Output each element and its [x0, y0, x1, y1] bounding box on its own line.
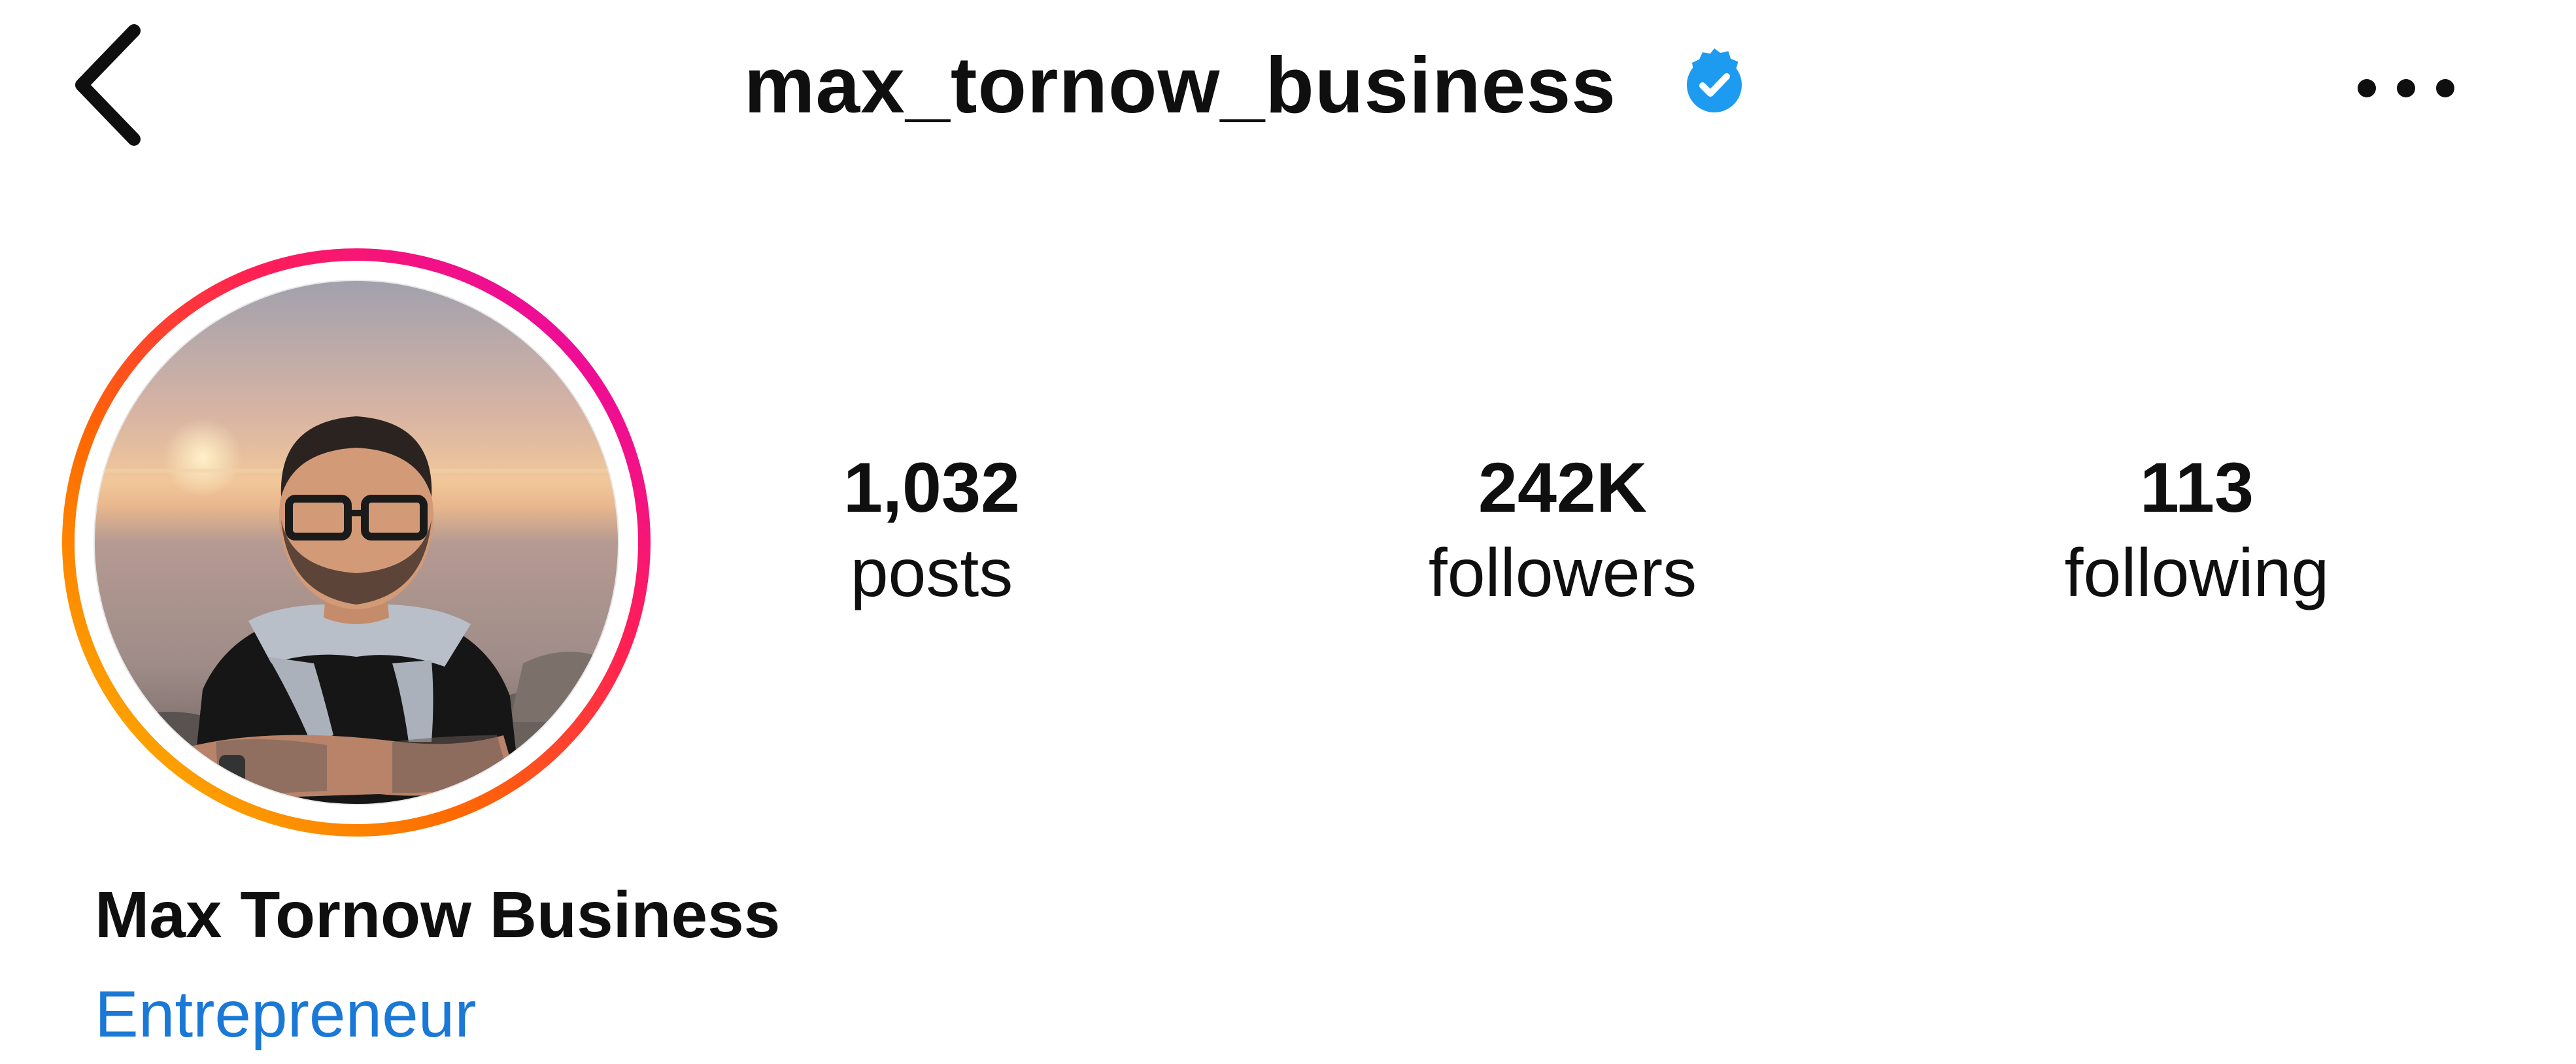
stat-followers-label: followers [1428, 535, 1697, 611]
stat-following-value: 113 [2139, 448, 2254, 527]
verified-badge-icon [1687, 48, 1742, 112]
stat-posts-label: posts [850, 535, 1013, 611]
more-options-button[interactable] [2354, 62, 2458, 114]
stat-followers[interactable]: 242K followers [1334, 444, 1791, 616]
avatar-photo [62, 248, 651, 837]
stat-following[interactable]: 113 following [1968, 444, 2426, 616]
more-horizontal-icon [2358, 79, 2454, 97]
stat-posts[interactable]: 1,032 posts [703, 444, 1161, 616]
stat-posts-value: 1,032 [843, 448, 1021, 527]
profile-username: max_tornow_business [743, 41, 1617, 129]
stat-following-label: following [2064, 535, 2330, 611]
profile-header: max_tornow_business [0, 26, 2576, 144]
stat-followers-value: 242K [1478, 448, 1648, 527]
profile-avatar[interactable] [52, 239, 660, 846]
profile-display-name: Max Tornow Business [95, 878, 781, 952]
profile-category[interactable]: Entrepreneur [95, 975, 477, 1054]
